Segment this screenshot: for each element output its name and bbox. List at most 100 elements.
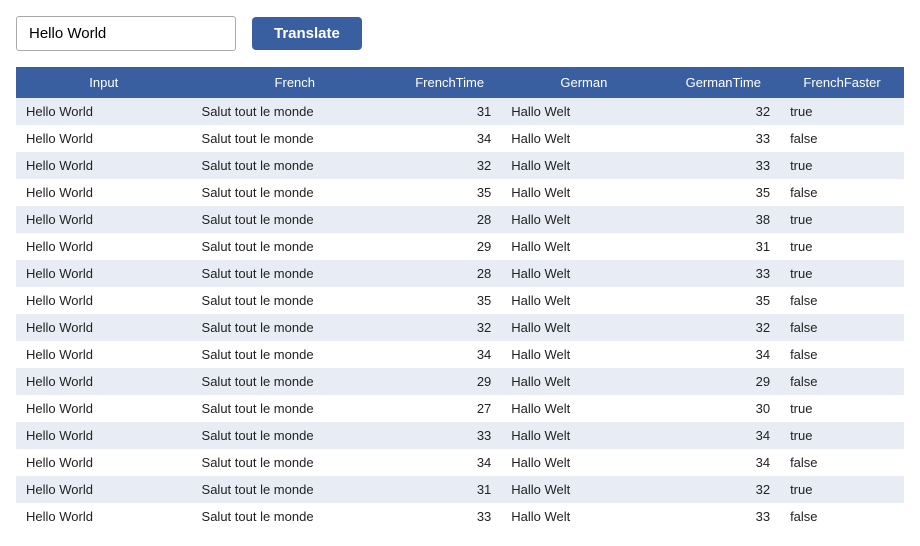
table-cell-frenchtime: 34 xyxy=(398,449,501,476)
table-header-german: German xyxy=(501,67,666,98)
table-cell-french: Salut tout le monde xyxy=(192,422,399,449)
table-header-row: InputFrenchFrenchTimeGermanGermanTimeFre… xyxy=(16,67,904,98)
table-cell-input: Hello World xyxy=(16,152,192,179)
table-cell-frenchfaster: false xyxy=(780,503,904,530)
table-cell-frenchfaster: true xyxy=(780,395,904,422)
table-cell-frenchfaster: false xyxy=(780,368,904,395)
translate-button[interactable]: Translate xyxy=(252,17,362,50)
table-cell-frenchtime: 28 xyxy=(398,206,501,233)
table-cell-frenchtime: 27 xyxy=(398,395,501,422)
table-cell-german: Hallo Welt xyxy=(501,233,666,260)
table-row: Hello WorldSalut tout le monde32Hallo We… xyxy=(16,314,904,341)
table-cell-frenchtime: 32 xyxy=(398,314,501,341)
table-cell-frenchfaster: false xyxy=(780,179,904,206)
table-header-input: Input xyxy=(16,67,192,98)
table-cell-input: Hello World xyxy=(16,314,192,341)
table-cell-germantime: 30 xyxy=(666,395,780,422)
table-cell-input: Hello World xyxy=(16,476,192,503)
table-cell-input: Hello World xyxy=(16,260,192,287)
table-cell-germantime: 33 xyxy=(666,260,780,287)
table-header-frenchtime: FrenchTime xyxy=(398,67,501,98)
table-cell-input: Hello World xyxy=(16,98,192,125)
table-cell-french: Salut tout le monde xyxy=(192,395,399,422)
table-cell-input: Hello World xyxy=(16,422,192,449)
table-cell-german: Hallo Welt xyxy=(501,449,666,476)
table-row: Hello WorldSalut tout le monde35Hallo We… xyxy=(16,287,904,314)
table-cell-input: Hello World xyxy=(16,179,192,206)
search-input[interactable] xyxy=(16,16,236,51)
table-cell-german: Hallo Welt xyxy=(501,287,666,314)
table-cell-input: Hello World xyxy=(16,449,192,476)
table-cell-input: Hello World xyxy=(16,206,192,233)
table-cell-frenchtime: 35 xyxy=(398,179,501,206)
table-cell-german: Hallo Welt xyxy=(501,179,666,206)
table-cell-french: Salut tout le monde xyxy=(192,449,399,476)
table-cell-germantime: 31 xyxy=(666,233,780,260)
table-row: Hello WorldSalut tout le monde28Hallo We… xyxy=(16,206,904,233)
table-cell-input: Hello World xyxy=(16,233,192,260)
table-row: Hello WorldSalut tout le monde29Hallo We… xyxy=(16,233,904,260)
table-cell-frenchfaster: true xyxy=(780,422,904,449)
table-cell-input: Hello World xyxy=(16,125,192,152)
table-cell-germantime: 32 xyxy=(666,314,780,341)
table-cell-french: Salut tout le monde xyxy=(192,287,399,314)
table-row: Hello WorldSalut tout le monde35Hallo We… xyxy=(16,179,904,206)
table-row: Hello WorldSalut tout le monde31Hallo We… xyxy=(16,476,904,503)
results-table: InputFrenchFrenchTimeGermanGermanTimeFre… xyxy=(16,67,904,530)
table-row: Hello WorldSalut tout le monde31Hallo We… xyxy=(16,98,904,125)
table-cell-frenchfaster: false xyxy=(780,314,904,341)
table-header-germantime: GermanTime xyxy=(666,67,780,98)
table-row: Hello WorldSalut tout le monde32Hallo We… xyxy=(16,152,904,179)
table-cell-germantime: 33 xyxy=(666,125,780,152)
table-cell-german: Hallo Welt xyxy=(501,503,666,530)
table-cell-frenchtime: 34 xyxy=(398,341,501,368)
table-cell-input: Hello World xyxy=(16,368,192,395)
table-cell-french: Salut tout le monde xyxy=(192,206,399,233)
table-cell-frenchfaster: true xyxy=(780,152,904,179)
table-cell-french: Salut tout le monde xyxy=(192,314,399,341)
table-cell-input: Hello World xyxy=(16,503,192,530)
table-row: Hello WorldSalut tout le monde 33Hallo We… xyxy=(16,503,904,530)
table-cell-french: Salut tout le monde xyxy=(192,503,399,530)
table-cell-german: Hallo Welt xyxy=(501,422,666,449)
table-cell-frenchtime: 31 xyxy=(398,98,501,125)
table-cell-germantime: 34 xyxy=(666,422,780,449)
table-header-french: French xyxy=(192,67,399,98)
table-cell-german: Hallo Welt xyxy=(501,314,666,341)
table-row: Hello WorldSalut tout le monde33Hallo We… xyxy=(16,422,904,449)
table-cell-input: Hello World xyxy=(16,395,192,422)
table-cell-frenchfaster: true xyxy=(780,233,904,260)
table-cell-frenchtime: 34 xyxy=(398,125,501,152)
table-row: Hello WorldSalut tout le monde34Hallo We… xyxy=(16,341,904,368)
table-cell-german: Hallo Welt xyxy=(501,98,666,125)
table-cell-french: Salut tout le monde xyxy=(192,476,399,503)
table-cell-germantime: 32 xyxy=(666,476,780,503)
table-cell-german: Hallo Welt xyxy=(501,368,666,395)
table-cell-frenchtime: 33 xyxy=(398,422,501,449)
table-cell-french: Salut tout le monde xyxy=(192,125,399,152)
table-cell-frenchfaster: false xyxy=(780,449,904,476)
table-cell-frenchfaster: false xyxy=(780,287,904,314)
table-cell-frenchtime: 29 xyxy=(398,368,501,395)
table-cell-frenchtime: 31 xyxy=(398,476,501,503)
table-cell-germantime: 38 xyxy=(666,206,780,233)
table-cell-frenchtime: 32 xyxy=(398,152,501,179)
table-cell-input: Hello World xyxy=(16,287,192,314)
top-bar: Translate xyxy=(16,16,904,51)
table-row: Hello WorldSalut tout le monde34Hallo We… xyxy=(16,125,904,152)
table-row: Hello WorldSalut tout le monde28Hallo We… xyxy=(16,260,904,287)
table-cell-french: Salut tout le monde xyxy=(192,152,399,179)
table-cell-frenchfaster: true xyxy=(780,476,904,503)
table-cell-french: Salut tout le monde xyxy=(192,260,399,287)
table-cell-german: Hallo Welt xyxy=(501,152,666,179)
table-row: Hello WorldSalut tout le monde27Hallo We… xyxy=(16,395,904,422)
table-cell-german: Hallo Welt xyxy=(501,260,666,287)
table-cell-germantime: 34 xyxy=(666,341,780,368)
table-cell-french: Salut tout le monde xyxy=(192,179,399,206)
table-cell-german: Hallo Welt xyxy=(501,395,666,422)
table-cell-german: Hallo Welt xyxy=(501,206,666,233)
table-cell-frenchfaster: true xyxy=(780,260,904,287)
table-cell-french: Salut tout le monde xyxy=(192,341,399,368)
table-cell-germantime: 33 xyxy=(666,503,780,530)
table-row: Hello WorldSalut tout le monde29Hallo We… xyxy=(16,368,904,395)
